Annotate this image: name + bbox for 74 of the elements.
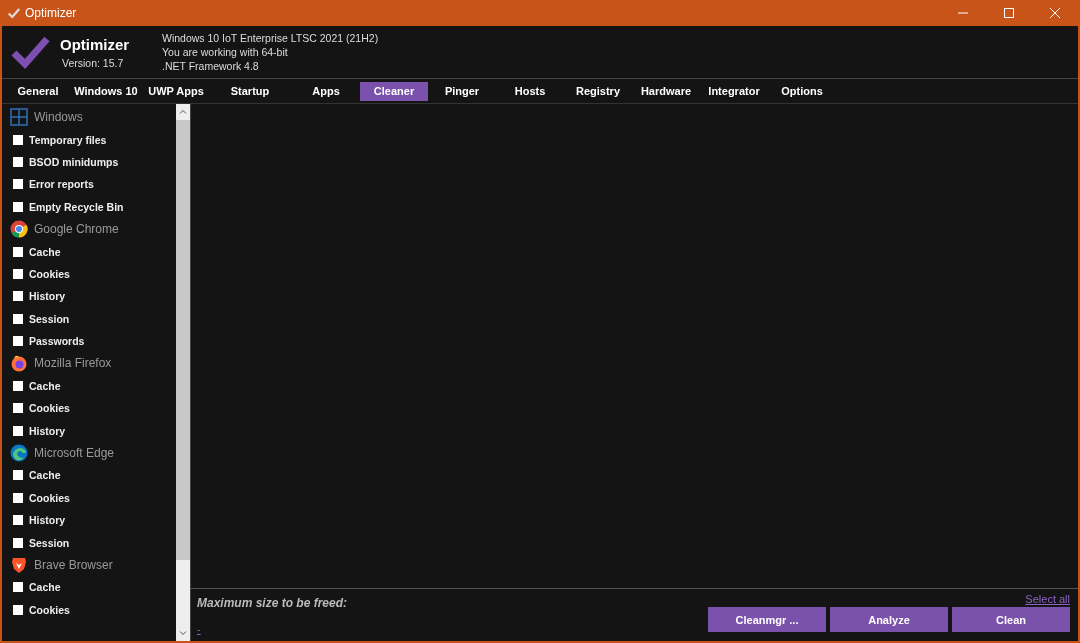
- tab[interactable]: Windows 10: [68, 81, 144, 101]
- checkbox-label[interactable]: History: [29, 290, 66, 303]
- checkbox[interactable]: [13, 425, 23, 436]
- firefox-logo-icon: [10, 354, 28, 373]
- checkbox-label[interactable]: Cache: [29, 379, 61, 392]
- checkmark-logo-icon: [10, 34, 50, 70]
- tab[interactable]: Hardware: [632, 81, 700, 101]
- checkbox[interactable]: [13, 380, 23, 391]
- checkbox-label[interactable]: Cache: [29, 245, 61, 258]
- checkbox[interactable]: [13, 470, 23, 481]
- checkbox[interactable]: [13, 201, 23, 212]
- checkbox-label[interactable]: Session: [29, 536, 70, 549]
- group-heading: Microsoft Edge: [34, 446, 115, 461]
- edge-logo-icon: [10, 444, 28, 463]
- checkbox-label[interactable]: Session: [29, 312, 70, 325]
- checkbox-label[interactable]: Error reports: [29, 178, 94, 191]
- scrollbar-thumb[interactable]: [176, 120, 190, 560]
- tab[interactable]: Startup: [208, 81, 292, 101]
- tab[interactable]: Apps: [292, 81, 360, 101]
- tab[interactable]: Pinger: [428, 81, 496, 101]
- tab[interactable]: Options: [768, 81, 836, 101]
- tab[interactable]: Registry: [564, 81, 632, 101]
- checkbox[interactable]: [13, 604, 23, 615]
- checkbox-label[interactable]: Cache: [29, 581, 61, 594]
- checkbox-label[interactable]: Temporary files: [29, 133, 107, 146]
- checkbox-label[interactable]: Cookies: [29, 491, 70, 504]
- checkbox-label[interactable]: Cookies: [29, 267, 70, 280]
- tab[interactable]: Integrator: [700, 81, 768, 101]
- max-size-label: Maximum size to be freed:: [197, 595, 348, 610]
- action-button[interactable]: Analyze: [830, 607, 948, 632]
- checkbox[interactable]: [13, 134, 23, 145]
- group-heading: Brave Browser: [34, 558, 113, 572]
- checkbox[interactable]: [13, 268, 23, 279]
- checkbox[interactable]: [13, 156, 23, 167]
- checkbox[interactable]: [13, 492, 23, 503]
- checkbox[interactable]: [13, 403, 23, 414]
- select-all-link[interactable]: Select all: [1025, 593, 1070, 605]
- scrollbar[interactable]: [176, 104, 190, 641]
- checkbox-label[interactable]: Empty Recycle Bin: [29, 200, 124, 213]
- checkbox[interactable]: [13, 246, 23, 257]
- checkbox[interactable]: [13, 515, 23, 526]
- tab[interactable]: UWP Apps: [144, 81, 208, 101]
- size-link[interactable]: -: [197, 622, 348, 635]
- checkbox-label[interactable]: History: [29, 514, 66, 527]
- tab[interactable]: Hosts: [496, 81, 564, 101]
- app-name: Optimizer: [60, 35, 131, 53]
- tab[interactable]: General: [8, 81, 68, 101]
- checkbox[interactable]: [13, 537, 23, 548]
- checkbox-label[interactable]: Cookies: [29, 402, 70, 415]
- group-heading: Mozilla Firefox: [34, 356, 112, 371]
- group-heading: Windows: [34, 110, 83, 125]
- checkbox[interactable]: [13, 582, 23, 593]
- checkbox-label[interactable]: History: [29, 424, 66, 437]
- checkbox-label[interactable]: BSOD minidumps: [29, 155, 119, 168]
- checkbox[interactable]: [13, 313, 23, 324]
- checkbox[interactable]: [13, 291, 23, 302]
- checkbox[interactable]: [13, 179, 23, 190]
- action-button[interactable]: Clean: [952, 607, 1070, 632]
- checkmark-icon: [7, 6, 21, 20]
- group-heading: Google Chrome: [34, 222, 119, 237]
- action-button[interactable]: Cleanmgr ...: [708, 607, 826, 632]
- version-text: Version: 15.7: [62, 56, 125, 69]
- lion-shield-icon: [10, 556, 28, 574]
- system-info-text: .NET Framework 4.8: [162, 60, 260, 72]
- windows-logo-icon: [10, 108, 28, 127]
- checkbox[interactable]: [13, 336, 23, 347]
- checkbox-label[interactable]: Passwords: [29, 335, 85, 348]
- window-title: Optimizer: [25, 6, 77, 20]
- chrome-logo-icon: [10, 220, 28, 239]
- tab[interactable]: Cleaner: [360, 81, 428, 101]
- system-info-text: You are working with 64-bit: [162, 46, 289, 58]
- checkbox-label[interactable]: Cookies: [29, 603, 70, 616]
- system-info-text: Windows 10 IoT Enterprise LTSC 2021 (21H2): [162, 32, 379, 44]
- checkbox-label[interactable]: Cache: [29, 469, 61, 482]
